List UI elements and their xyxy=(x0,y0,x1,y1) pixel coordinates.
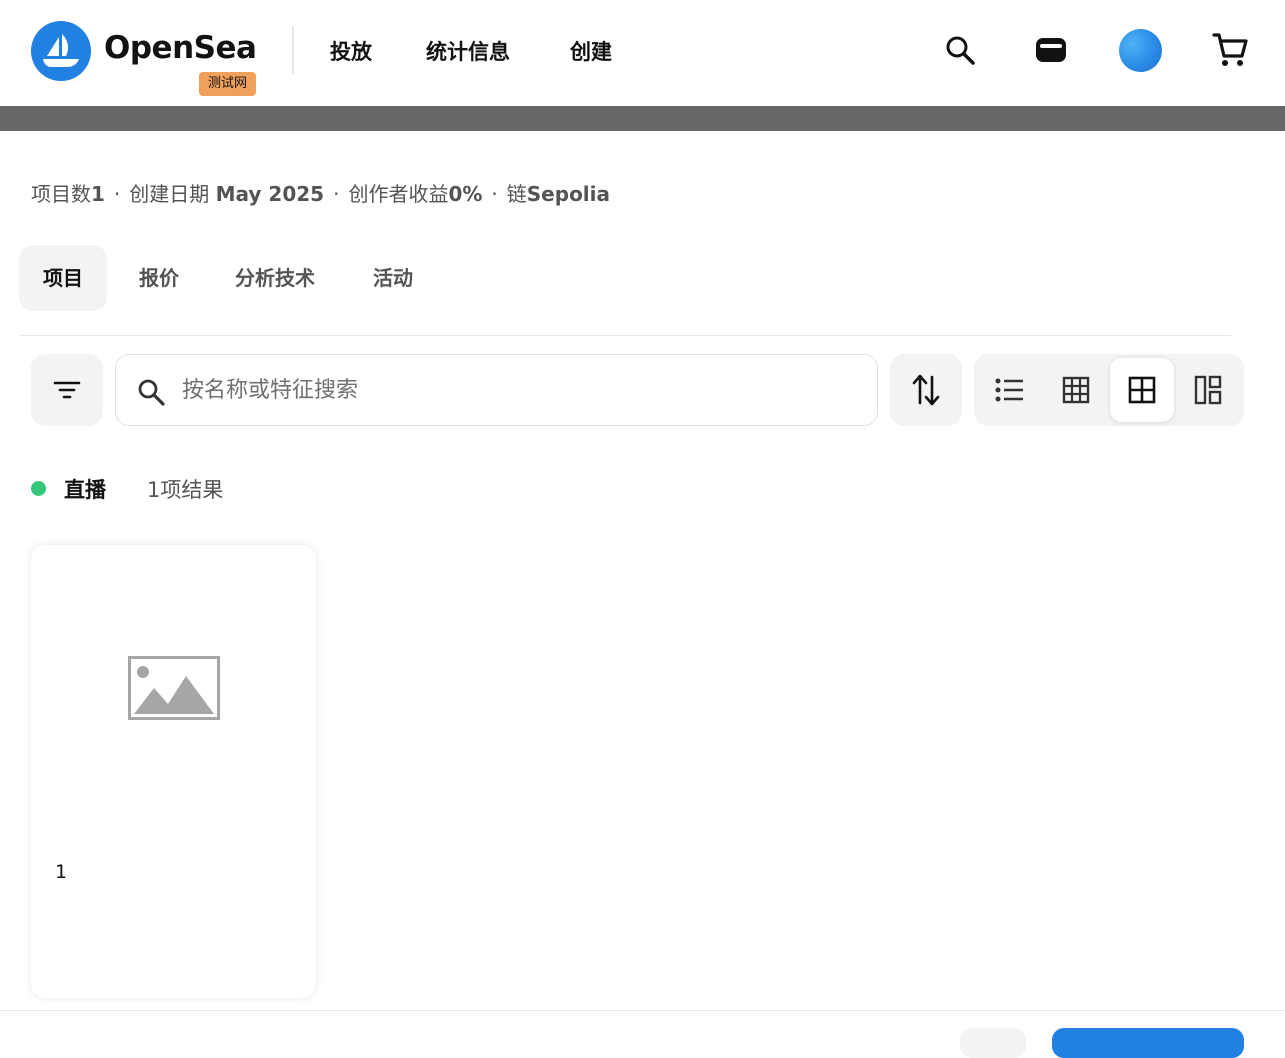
image-placeholder-icon xyxy=(128,656,220,720)
tabs-divider xyxy=(19,335,1231,336)
meta-separator: · xyxy=(113,182,121,206)
top-navbar: OpenSea 测试网 投放 统计信息 创建 xyxy=(0,0,1285,106)
search-bar[interactable] xyxy=(115,354,878,426)
collection-meta: 项目数1 · 创建日期 May 2025 · 创作者收益0% · 链Sepolia xyxy=(31,178,610,207)
grid-small-icon[interactable] xyxy=(1044,358,1108,422)
filter-icon xyxy=(53,381,81,399)
list-view-icon[interactable] xyxy=(978,358,1042,422)
nav-create[interactable]: 创建 xyxy=(570,36,612,66)
footer-secondary-button[interactable] xyxy=(960,1028,1026,1058)
collection-banner xyxy=(0,106,1285,131)
search-icon[interactable] xyxy=(938,28,982,72)
meta-separator: · xyxy=(491,182,498,206)
meta-created-value: May 2025 xyxy=(215,182,325,206)
meta-created-label: 创建日期 xyxy=(129,182,210,206)
grid-medium-icon[interactable] xyxy=(1110,358,1174,422)
footer-divider xyxy=(0,1010,1285,1011)
testnet-badge: 测试网 xyxy=(199,72,256,96)
meta-items-value: 1 xyxy=(91,182,105,206)
live-label: 直播 xyxy=(64,478,106,502)
avatar[interactable] xyxy=(1119,29,1162,72)
grid-large-icon[interactable] xyxy=(1176,358,1240,422)
meta-royalty-label: 创作者收益 xyxy=(348,182,449,206)
sort-arrows-icon xyxy=(912,374,940,406)
meta-chain-label: 链 xyxy=(506,182,527,206)
tab-items[interactable]: 项目 xyxy=(19,245,107,311)
nav-drops[interactable]: 投放 xyxy=(330,36,372,66)
meta-items-label: 项目数 xyxy=(31,182,91,206)
search-icon xyxy=(138,379,165,406)
cart-icon[interactable] xyxy=(1208,28,1252,72)
item-title: 1 xyxy=(55,861,68,883)
header-divider xyxy=(292,26,294,74)
meta-separator: · xyxy=(333,182,340,206)
filter-button[interactable] xyxy=(31,354,103,426)
meta-chain-value: Sepolia xyxy=(526,182,611,206)
opensea-logo-icon[interactable] xyxy=(31,21,91,81)
sort-button[interactable] xyxy=(890,354,962,426)
results-count: 1项结果 xyxy=(147,478,224,502)
ship-icon xyxy=(43,34,79,67)
footer-primary-button[interactable] xyxy=(1052,1028,1244,1058)
meta-royalty-value: 0% xyxy=(448,182,483,206)
nav-stats[interactable]: 统计信息 xyxy=(426,36,510,66)
brand-name[interactable]: OpenSea xyxy=(104,30,257,66)
search-input[interactable] xyxy=(182,355,862,425)
tab-offers[interactable]: 报价 xyxy=(115,245,203,311)
view-mode-toggle xyxy=(974,354,1244,426)
item-card[interactable]: 1 xyxy=(31,545,316,998)
wallet-icon[interactable] xyxy=(1029,28,1073,72)
live-indicator-dot xyxy=(31,481,46,496)
tab-analytics[interactable]: 分析技术 xyxy=(211,245,339,311)
tab-activity[interactable]: 活动 xyxy=(349,245,437,311)
